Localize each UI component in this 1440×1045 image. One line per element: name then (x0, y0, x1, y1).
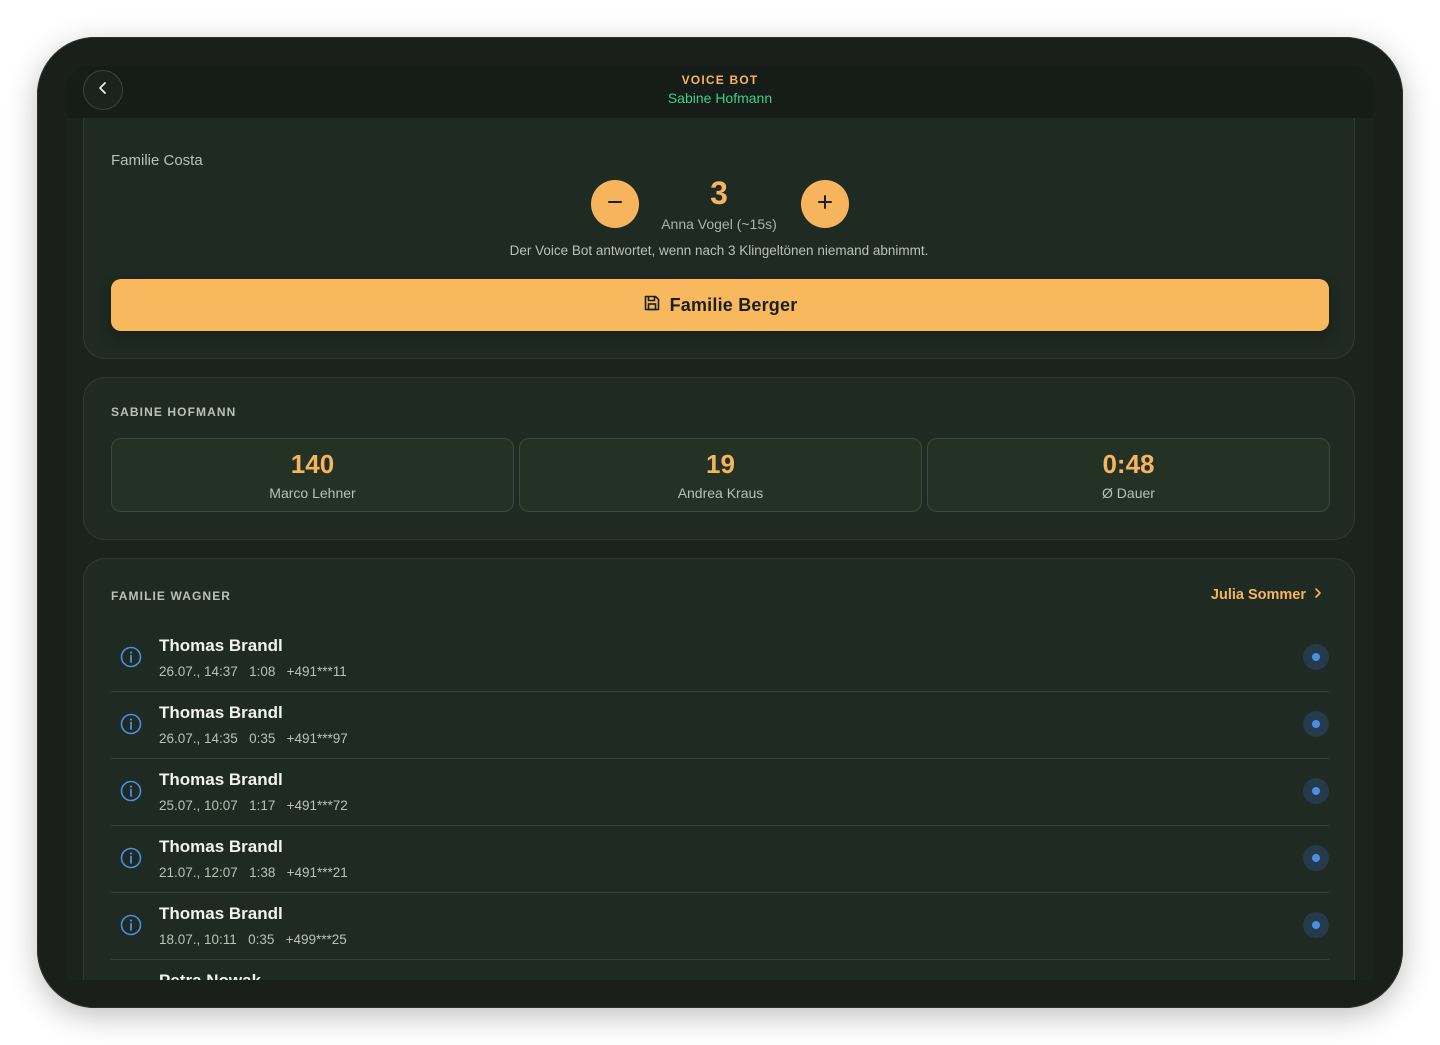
stats-card: SABINE HOFMANN 140 Marco Lehner 19 Andre… (83, 377, 1355, 540)
stat-box-duration: 0:48 Ø Dauer (927, 438, 1330, 512)
increase-rings-button[interactable] (801, 180, 849, 228)
call-row[interactable]: Thomas Brandl 25.07., 10:07 1:17 +491***… (111, 758, 1329, 826)
top-bar: VOICE BOT Sabine Hofmann (66, 66, 1374, 118)
stat-value: 0:48 (1102, 449, 1155, 479)
stat-box-count: 19 Andrea Kraus (519, 438, 922, 512)
page-subtitle: Sabine Hofmann (667, 90, 773, 106)
status-dot (1312, 787, 1320, 795)
page-title: VOICE BOT (681, 73, 759, 87)
call-row[interactable]: Thomas Brandl 26.07., 14:37 1:08 +491***… (111, 624, 1329, 692)
status-dot (1312, 720, 1320, 728)
info-icon[interactable] (119, 645, 143, 669)
caller-name: Thomas Brandl (159, 904, 283, 923)
stat-label: Andrea Kraus (677, 485, 764, 501)
save-button-label: Familie Berger (669, 294, 798, 315)
status-indicator (1303, 845, 1329, 871)
status-indicator (1303, 711, 1329, 737)
info-icon[interactable] (119, 846, 143, 870)
stat-value: 19 (706, 449, 735, 479)
rings-helper-text: Der Voice Bot antwortet, wenn nach 3 Kli… (509, 243, 929, 258)
caller-name: Thomas Brandl (159, 837, 283, 856)
stat-label: Ø Dauer (1102, 485, 1155, 501)
view-all-link[interactable]: Julia Sommer (1211, 587, 1324, 603)
status-indicator (1303, 644, 1329, 670)
info-icon[interactable] (119, 779, 143, 803)
stat-box-total: 140 Marco Lehner (111, 438, 514, 512)
view-all-label: Julia Sommer (1210, 587, 1306, 603)
call-meta: 25.07., 10:07 1:17 +491***72 (159, 798, 348, 813)
call-row[interactable]: Thomas Brandl 26.07., 14:35 0:35 +491***… (111, 691, 1329, 759)
info-icon[interactable] (119, 913, 143, 937)
status-dot (1312, 921, 1320, 929)
caller-name: Thomas Brandl (159, 703, 283, 722)
call-meta: 21.07., 12:07 1:38 +491***21 (159, 865, 348, 880)
status-indicator (1303, 912, 1329, 938)
caller-name: Thomas Brandl (159, 770, 283, 789)
save-button[interactable]: Familie Berger (111, 279, 1329, 331)
call-row[interactable]: Petra Nowak (111, 959, 1329, 980)
call-row[interactable]: Thomas Brandl 18.07., 10:11 0:35 +499***… (111, 892, 1329, 960)
stats-section-label: SABINE HOFMANN (111, 405, 237, 419)
rings-value: 3 (710, 175, 728, 211)
chevron-right-icon (1312, 587, 1324, 603)
rings-caption: Anna Vogel (~15s) (661, 216, 777, 232)
call-meta: 26.07., 14:37 1:08 +491***11 (159, 664, 347, 679)
app-screen: VOICE BOT Sabine Hofmann Familie Costa 3… (66, 66, 1374, 980)
call-meta: 26.07., 14:35 0:35 +491***97 (159, 731, 348, 746)
status-dot (1312, 653, 1320, 661)
stat-value: 140 (290, 449, 335, 479)
call-meta: 18.07., 10:11 0:35 +499***25 (159, 932, 347, 947)
status-dot (1312, 854, 1320, 862)
caller-name: Thomas Brandl (159, 636, 283, 655)
info-icon[interactable] (119, 712, 143, 736)
status-indicator (1303, 778, 1329, 804)
plus-icon (816, 193, 834, 216)
stat-label: Marco Lehner (269, 485, 356, 501)
calls-card: FAMILIE WAGNER Julia Sommer Thomas Brand… (83, 558, 1355, 980)
caller-name: Petra Nowak (159, 971, 261, 980)
calls-section-label: FAMILIE WAGNER (111, 589, 232, 603)
call-row[interactable]: Thomas Brandl 21.07., 12:07 1:38 +491***… (111, 825, 1329, 893)
save-icon (643, 294, 661, 317)
ring-settings-label: Familie Costa (111, 152, 203, 169)
